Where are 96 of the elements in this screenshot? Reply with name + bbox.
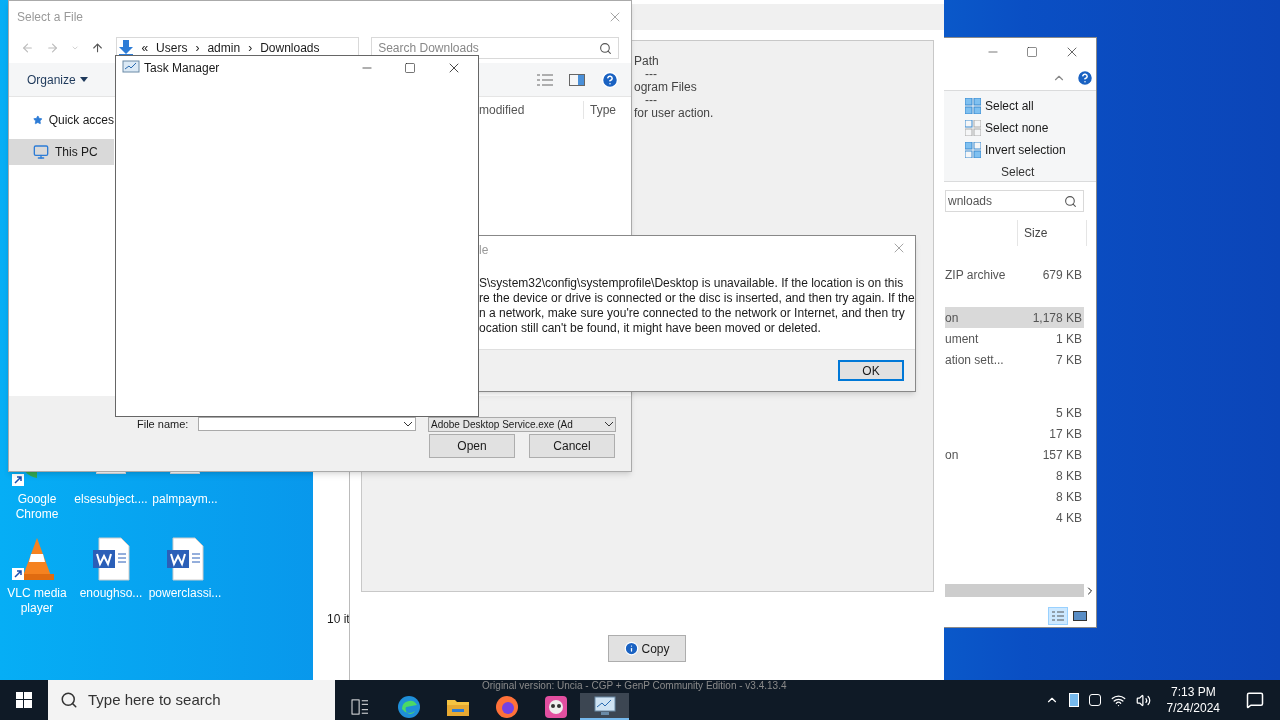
dropdown-icon	[404, 421, 412, 427]
camera-icon[interactable]	[1088, 694, 1101, 706]
dialog-title: le	[479, 242, 489, 259]
dropdown-icon	[605, 422, 613, 427]
size-cell-text: 4 KB	[1056, 509, 1082, 527]
help-icon[interactable]	[601, 70, 619, 89]
file-row[interactable]: ZIP archive 679 KB	[945, 264, 1084, 285]
organize-button[interactable]: Organize	[27, 70, 88, 89]
cancel-button[interactable]: Cancel	[529, 434, 615, 458]
preview-pane-icon	[569, 73, 585, 86]
overlay-text: Original version: Uncia - CGP + GenP Community Edition - v3.4.13.4	[482, 680, 787, 692]
breadcrumb-separator[interactable]: admin	[207, 39, 241, 57]
log-line: ogram Files	[634, 81, 698, 94]
column-header[interactable]: modified	[479, 101, 583, 119]
firefox-icon	[494, 694, 519, 719]
type-cell-text: on	[945, 309, 959, 327]
ribbon-button[interactable]: Select none	[965, 117, 1096, 139]
size-cell-text: 679 KB	[1042, 266, 1082, 284]
search-icon	[1064, 194, 1077, 208]
task-manager-icon	[122, 60, 140, 76]
document-icon	[165, 536, 205, 582]
log-line: for user action.	[634, 107, 714, 120]
breadcrumb-separator[interactable]: «	[141, 39, 149, 57]
file-row[interactable]: 17 KB	[945, 423, 1084, 444]
type-cell-text: ument	[945, 330, 979, 348]
message-line: n a network, make sure you're connected to the network or Internet, and then try	[479, 306, 906, 321]
column-header[interactable]: Size	[1017, 220, 1087, 246]
taskbar-app[interactable]	[580, 693, 629, 720]
type-cell-text: on	[945, 446, 959, 464]
file-name-field[interactable]	[198, 417, 416, 431]
status-text: 10 it	[327, 611, 350, 628]
window-title: Select a File	[17, 9, 84, 26]
ribbon-button[interactable]: Select all	[965, 95, 1096, 117]
size-cell-text: 17 KB	[1049, 425, 1082, 443]
message-line: re the device or drive is connected or the disc is inserted, and then try again. If the	[479, 291, 915, 306]
type-cell-text: ation sett...	[945, 351, 1004, 369]
clock-date[interactable]: 7/24/2024	[1166, 700, 1220, 716]
window-title: Task Manager	[144, 60, 220, 77]
task-manager-icon	[592, 694, 617, 717]
log-line: Path	[634, 55, 660, 68]
ok-button[interactable]: OK	[838, 360, 904, 381]
message-line: S\system32\config\systemprofile\Desktop is unavailable. If the location is on this	[479, 276, 905, 291]
document-icon	[91, 536, 131, 582]
breadcrumb-separator[interactable]: Users	[156, 39, 188, 57]
size-cell-text: 8 KB	[1056, 467, 1082, 485]
help-icon[interactable]	[1076, 69, 1094, 87]
size-cell-text: 7 KB	[1056, 351, 1082, 369]
edge-icon	[396, 694, 421, 719]
file-row[interactable]: on 1,178 KB	[945, 307, 1084, 328]
computer-icon	[33, 144, 49, 160]
field-label: File name:	[137, 418, 189, 430]
volume-icon[interactable]	[1135, 692, 1151, 708]
column-header[interactable]: Type	[583, 101, 616, 119]
breadcrumb-item[interactable]: ›	[195, 39, 200, 57]
file-row[interactable]: ation sett... 7 KB	[945, 349, 1084, 370]
battery-icon[interactable]	[1068, 693, 1079, 707]
breadcrumb-item[interactable]: ›	[248, 39, 253, 57]
grid-icon	[965, 98, 981, 114]
clock-time[interactable]: 7:13 PM	[1170, 684, 1216, 700]
breadcrumb-separator[interactable]: Downloads	[260, 39, 320, 57]
info-icon	[624, 641, 640, 656]
size-cell-text: 1 KB	[1056, 330, 1082, 348]
paint-app-icon	[543, 694, 568, 719]
maximize-icon[interactable]	[404, 62, 416, 74]
type-cell-text: ZIP archive	[945, 266, 1006, 284]
size-cell-text: 5 KB	[1056, 404, 1082, 422]
group-label: Select	[1001, 164, 1036, 181]
network-icon[interactable]	[1110, 692, 1126, 708]
file-type-dropdown[interactable]: Adobe Desktop Service.exe (Ad	[428, 417, 616, 432]
file-row[interactable]: 4 KB	[945, 507, 1084, 528]
copy-button[interactable]: Copy	[608, 635, 686, 662]
log-line: ---	[644, 68, 658, 81]
nav-item[interactable]: Quick acces	[9, 107, 114, 133]
search-field[interactable]: wnloads	[945, 190, 1084, 212]
nav-item[interactable]: This PC	[9, 139, 114, 165]
open-button[interactable]: Open	[429, 434, 515, 458]
task-view-icon	[350, 698, 369, 715]
grid-icon	[965, 142, 981, 158]
size-cell-text: 157 KB	[1042, 446, 1082, 464]
taskbar-search-field[interactable]: Type here to search	[48, 680, 335, 720]
file-row[interactable]: on 157 KB	[945, 444, 1084, 465]
file-row[interactable]: 5 KB	[945, 402, 1084, 423]
notifications-icon[interactable]	[1246, 691, 1264, 709]
search-icon	[60, 691, 78, 709]
size-cell-text: 8 KB	[1056, 488, 1082, 506]
ribbon-button[interactable]: Invert selection	[965, 139, 1096, 161]
star-icon	[33, 113, 43, 127]
size-cell-text: 1,178 KB	[1032, 309, 1082, 327]
file-row[interactable]: ument 1 KB	[945, 328, 1084, 349]
message-line: ocation still can't be found, it might have been moved or deleted.	[479, 321, 822, 336]
file-row[interactable]: 8 KB	[945, 486, 1084, 507]
grid-icon	[965, 120, 981, 136]
caret-icon	[79, 77, 88, 82]
maximize-icon[interactable]	[1026, 46, 1038, 58]
file-row[interactable]: 8 KB	[945, 465, 1084, 486]
log-line: ---	[645, 94, 657, 107]
